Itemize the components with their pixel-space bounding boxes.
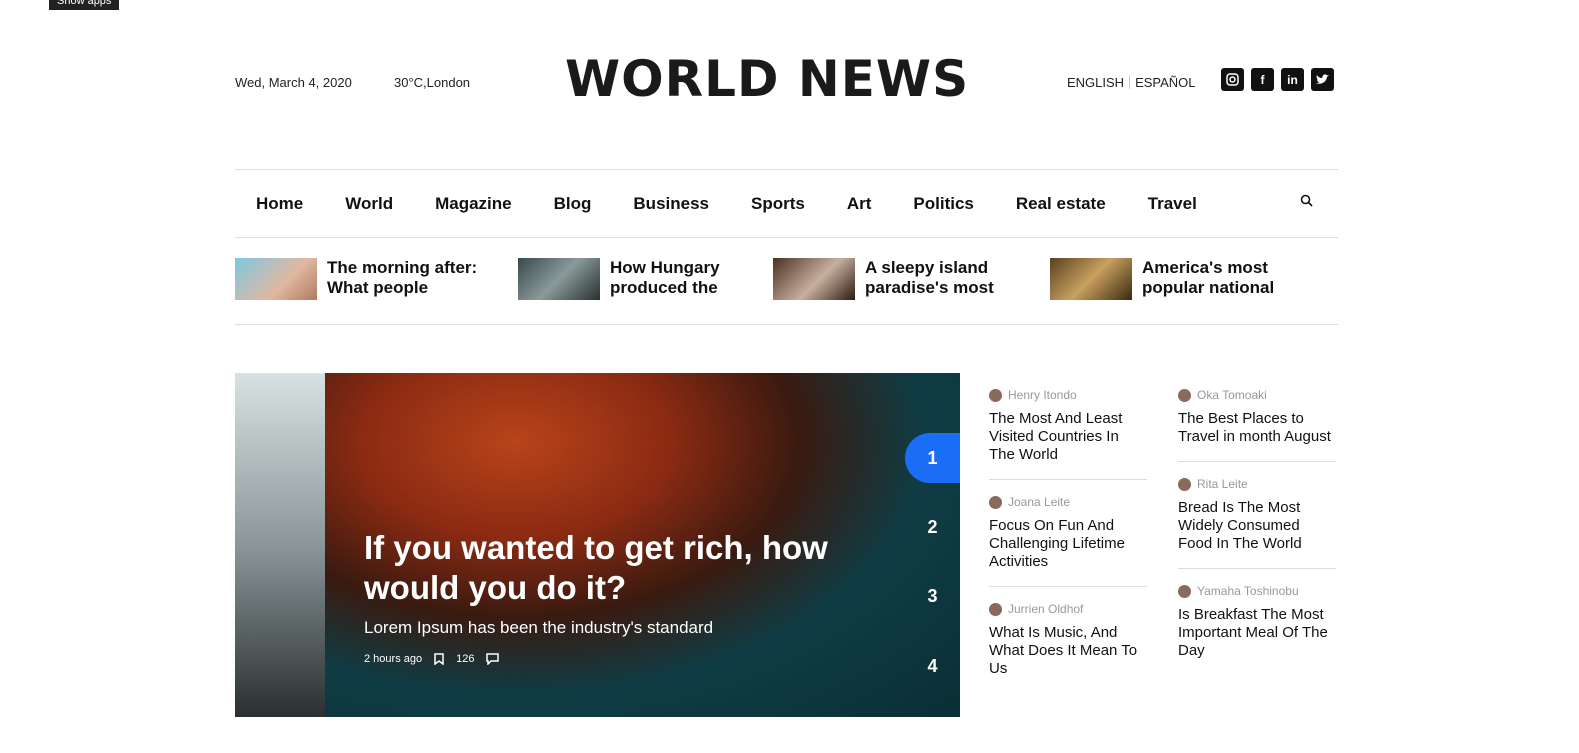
news-title[interactable]: Is Breakfast The Most Important Meal Of …: [1178, 606, 1336, 660]
trending-item[interactable]: The morning after: What people: [235, 258, 497, 300]
nav-sports[interactable]: Sports: [751, 194, 805, 214]
trending-title: A sleepy island paradise's most: [865, 258, 994, 297]
comment-icon[interactable]: [486, 653, 500, 668]
avatar: [989, 602, 1002, 616]
news-item[interactable]: Oka Tomoaki The Best Places to Travel in…: [1178, 388, 1336, 462]
avatar: [989, 495, 1002, 509]
site-logo[interactable]: WORLD NEWS: [565, 50, 969, 108]
news-title[interactable]: The Most And Least Visited Countries In …: [989, 410, 1147, 464]
current-date: Wed, March 4, 2020: [235, 75, 352, 90]
news-item[interactable]: Yamaha Toshinobu Is Breakfast The Most I…: [1178, 584, 1336, 675]
slide-3-indicator[interactable]: 3: [905, 571, 960, 621]
trending-strip: The morning after: What people How Hungar…: [235, 258, 1338, 325]
featured-headline[interactable]: If you wanted to get rich, how would you…: [364, 528, 904, 608]
news-column-2: Oka Tomoaki The Best Places to Travel in…: [1178, 388, 1336, 690]
trending-item[interactable]: America's most popular national: [1050, 258, 1312, 300]
news-title[interactable]: The Best Places to Travel in month Augus…: [1178, 410, 1336, 446]
news-item[interactable]: Henry Itondo The Most And Least Visited …: [989, 388, 1147, 480]
instagram-icon[interactable]: [1221, 68, 1244, 91]
trending-title: The morning after: What people: [327, 258, 478, 297]
trending-thumbnail: [235, 258, 317, 300]
language-switcher: ENGLISH ESPAÑOL: [1067, 75, 1196, 90]
avatar: [1178, 477, 1191, 491]
search-icon[interactable]: [1300, 194, 1314, 213]
nav-home[interactable]: Home: [256, 194, 303, 214]
trending-title: America's most popular national: [1142, 258, 1275, 297]
trending-item[interactable]: A sleepy island paradise's most: [773, 258, 1035, 300]
author[interactable]: Yamaha Toshinobu: [1178, 584, 1336, 598]
news-title[interactable]: What Is Music, And What Does It Mean To …: [989, 624, 1147, 678]
featured-meta: 2 hours ago 126: [364, 653, 500, 668]
avatar: [1178, 388, 1191, 402]
lang-divider: [1129, 75, 1131, 89]
nav-travel[interactable]: Travel: [1148, 194, 1197, 214]
news-item[interactable]: Jurrien Oldhof What Is Music, And What D…: [989, 602, 1147, 693]
trending-thumbnail: [1050, 258, 1132, 300]
trending-title: How Hungary produced the: [610, 258, 720, 297]
slide-2-indicator[interactable]: 2: [905, 502, 960, 552]
trending-item[interactable]: How Hungary produced the: [518, 258, 780, 300]
author[interactable]: Oka Tomoaki: [1178, 388, 1336, 402]
post-time: 2 hours ago: [364, 653, 423, 665]
news-column-1: Henry Itondo The Most And Least Visited …: [989, 388, 1147, 708]
show-apps-tooltip: Show apps: [49, 0, 120, 10]
featured-slider[interactable]: 1 2 3 4 If you wanted to get rich, how w…: [235, 373, 960, 717]
nav-magazine[interactable]: Magazine: [435, 194, 512, 214]
trending-thumbnail: [518, 258, 600, 300]
news-title[interactable]: Focus On Fun And Challenging Lifetime Ac…: [989, 517, 1147, 571]
nav-blog[interactable]: Blog: [554, 194, 592, 214]
twitter-icon[interactable]: [1311, 68, 1334, 91]
linkedin-icon[interactable]: in: [1281, 68, 1304, 91]
lang-spanish[interactable]: ESPAÑOL: [1135, 75, 1195, 90]
author[interactable]: Henry Itondo: [989, 388, 1147, 402]
author[interactable]: Joana Leite: [989, 495, 1147, 509]
facebook-icon[interactable]: f: [1251, 68, 1274, 91]
slide-4-indicator[interactable]: 4: [905, 641, 960, 691]
slide-1-indicator[interactable]: 1: [905, 433, 960, 483]
comment-count: 126: [456, 653, 475, 665]
weather: 30°C,London: [394, 75, 471, 90]
nav-business[interactable]: Business: [633, 194, 709, 214]
trending-thumbnail: [773, 258, 855, 300]
news-item[interactable]: Joana Leite Focus On Fun And Challenging…: [989, 495, 1147, 587]
avatar: [989, 388, 1002, 402]
news-item[interactable]: Rita Leite Bread Is The Most Widely Cons…: [1178, 477, 1336, 569]
nav-art[interactable]: Art: [847, 194, 872, 214]
main-navigation: Home World Magazine Blog Business Sports…: [235, 169, 1338, 238]
previous-slide-preview: [235, 373, 325, 717]
nav-world[interactable]: World: [345, 194, 393, 214]
bookmark-icon[interactable]: [434, 653, 444, 668]
social-links: f in: [1221, 68, 1334, 91]
author[interactable]: Rita Leite: [1178, 477, 1336, 491]
avatar: [1178, 584, 1191, 598]
nav-politics[interactable]: Politics: [913, 194, 973, 214]
author[interactable]: Jurrien Oldhof: [989, 602, 1147, 616]
news-title[interactable]: Bread Is The Most Widely Consumed Food I…: [1178, 499, 1336, 553]
lang-english[interactable]: ENGLISH: [1067, 75, 1124, 90]
featured-subtitle: Lorem Ipsum has been the industry's stan…: [364, 618, 714, 637]
nav-real-estate[interactable]: Real estate: [1016, 194, 1106, 214]
